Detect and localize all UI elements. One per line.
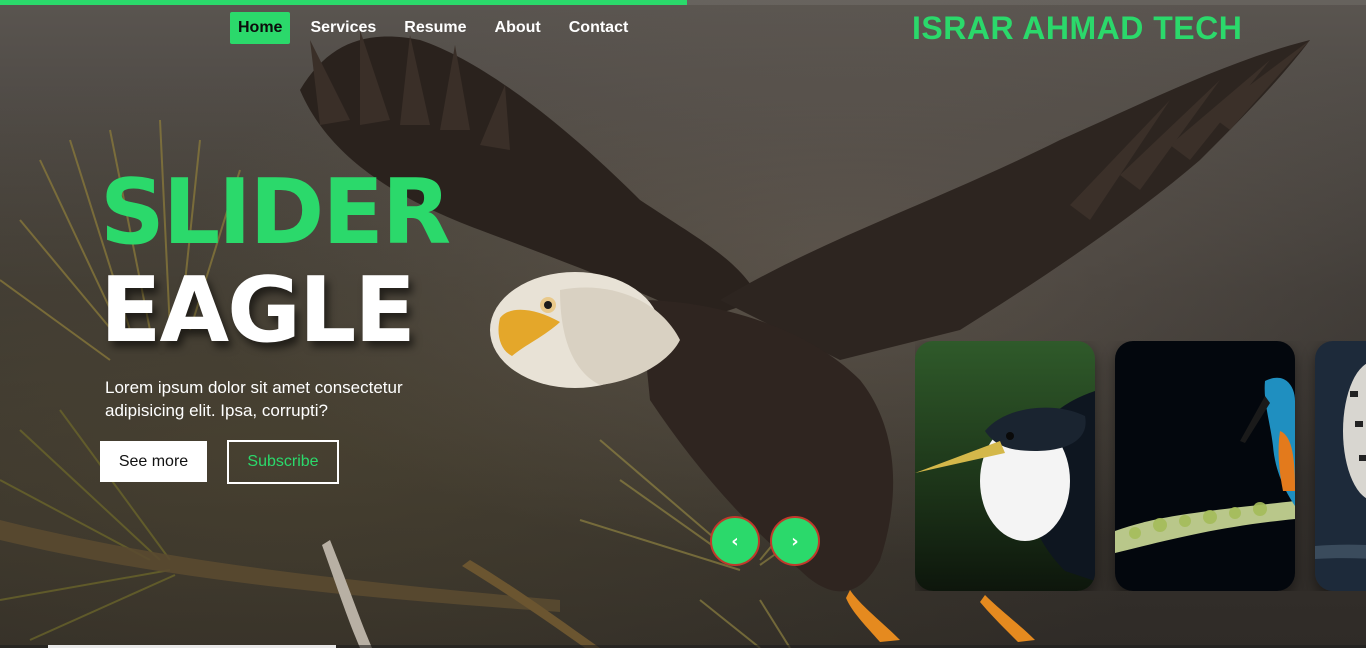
main-nav: Home Services Resume About Contact — [230, 12, 642, 44]
thumbnail-strip — [915, 341, 1366, 591]
thumbnail-card-pied-kingfisher[interactable] — [915, 341, 1095, 591]
subscribe-button[interactable]: Subscribe — [227, 440, 339, 484]
hero-title-line2: EAGLE — [100, 258, 416, 363]
see-more-button[interactable]: See more — [100, 441, 207, 482]
nav-home-link[interactable]: Home — [230, 12, 291, 44]
thumbnail-card-common-kingfisher[interactable] — [1115, 341, 1295, 591]
brand-logo-text: ISRAR AHMAD TECH — [912, 10, 1243, 46]
slider-arrows: ‹ › — [710, 516, 820, 566]
nav-resume-link[interactable]: Resume — [396, 12, 474, 44]
nav-contact-link[interactable]: Contact — [561, 12, 637, 44]
common-kingfisher-image — [1115, 341, 1295, 591]
woodpecker-image — [1315, 341, 1366, 591]
prev-slide-button[interactable]: ‹ — [710, 516, 760, 566]
thumbnail-card-woodpecker[interactable] — [1315, 341, 1366, 591]
slide-progress-fill — [0, 0, 688, 5]
hero-slider: Home Services Resume About Contact ISRAR… — [0, 0, 1366, 648]
next-slide-button[interactable]: › — [770, 516, 820, 566]
nav-about-link[interactable]: About — [487, 12, 549, 44]
chevron-left-icon: ‹ — [731, 530, 739, 552]
slide-progress-track — [0, 0, 1366, 5]
hero-title-line1: SLIDER — [100, 160, 451, 265]
hero-title: SLIDER EAGLE — [100, 160, 451, 363]
hero-description: Lorem ipsum dolor sit amet consectetur a… — [105, 378, 403, 420]
chevron-right-icon: › — [791, 530, 799, 552]
pied-kingfisher-image — [915, 341, 1095, 591]
hero-button-row: See more Subscribe — [100, 440, 339, 484]
nav-services-link[interactable]: Services — [302, 12, 384, 44]
